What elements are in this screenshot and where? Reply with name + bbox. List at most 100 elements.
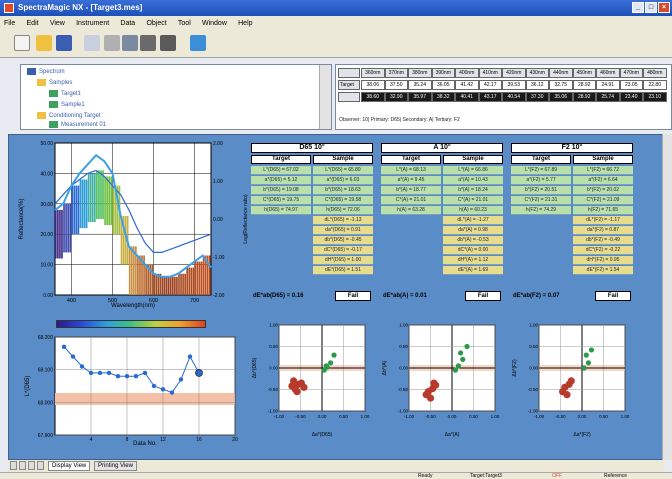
sample-value-cell: db*(A) = -0.53 [443,236,503,245]
scatter-point[interactable] [426,394,435,402]
copy-icon[interactable] [122,35,138,51]
print-icon[interactable] [84,35,100,51]
save-icon[interactable] [56,35,72,51]
trend-point[interactable] [169,390,175,395]
scatter-point[interactable] [331,352,337,358]
menu-window[interactable]: Window [202,20,227,27]
y-tick-label: 0.00 [43,293,53,299]
scatter-point[interactable] [585,360,592,366]
spectral-bar [145,264,147,295]
tab-printing-view[interactable]: Printing View [94,461,137,471]
trend-point[interactable] [106,370,112,376]
tree-scrollbar[interactable] [319,65,331,129]
menu-instrument[interactable]: Instrument [76,20,109,27]
x-tick-label: 8 [126,437,129,443]
tab-display-view[interactable]: Display View [48,461,91,471]
grid-column-header: 370nm [384,68,408,78]
trend-point[interactable] [142,370,148,376]
tree-item[interactable]: Measurement 01 [49,121,106,132]
trend-point[interactable] [178,377,184,382]
sample-value-cell: L*(D65) = 65.89 [313,166,373,175]
sample-value-cell: a*(A) = 10.43 [443,176,503,185]
cut-icon[interactable] [104,35,120,51]
tree-item[interactable]: Samples [37,79,72,90]
trend-point[interactable] [88,370,94,376]
menu-edit[interactable]: Edit [27,20,39,27]
spectral-bar [98,170,100,219]
scatter-point[interactable] [583,352,589,358]
trend-point[interactable] [61,344,67,349]
pass-fail-result: Fail [335,291,371,301]
spectral-bar [81,179,84,229]
menu-view[interactable]: View [50,20,65,27]
spectral-bar [200,261,203,295]
close-button[interactable]: × [658,2,670,13]
target-value-cell: b*(D65) = 19.08 [251,186,311,195]
tree-item[interactable]: Target1 [49,90,81,101]
tab-last-button[interactable] [37,461,44,470]
menu-data[interactable]: Data [120,20,135,27]
status-mode: OFF [552,473,562,479]
trend-point[interactable] [70,354,76,359]
scatter-point[interactable] [290,377,298,385]
data-tree[interactable]: Spectrum Samples Target1 Sample1 Conditi… [20,64,332,130]
open-folder-icon[interactable] [36,35,52,51]
y2-tick-label: 1.00 [213,179,223,185]
trend-point[interactable] [160,387,166,392]
scatter-point[interactable] [567,377,575,385]
main-scrollbar[interactable] [662,134,672,460]
grid-cell: 28.92 [572,92,596,102]
tab-next-button[interactable] [28,461,35,470]
menu-object[interactable]: Object [146,20,166,27]
spectral-bar [202,255,205,295]
spectral-bar [161,276,164,295]
sample-value-cell: dL*(D65) = -1.13 [313,216,373,225]
grid-cell: 39.53 [502,80,526,90]
spectral-bar [163,276,166,295]
scatter-point[interactable] [460,356,466,362]
measure-icon[interactable] [160,35,176,51]
trend-plot-area [54,336,236,436]
scatter-point[interactable] [458,350,464,356]
scatter-point[interactable] [328,360,334,366]
paste-icon[interactable] [140,35,156,51]
menu-file[interactable]: File [4,20,15,27]
new-file-icon[interactable] [14,35,30,51]
trend-point[interactable] [97,370,103,376]
scatter-point[interactable] [464,343,470,350]
scatter-point[interactable] [323,363,329,369]
scatter-point[interactable] [293,388,301,396]
maximize-button[interactable]: □ [645,2,657,13]
scatter-point[interactable] [430,379,438,387]
tolerance-band [55,393,235,405]
tree-item[interactable]: Spectrum [27,68,65,79]
target-value-cell: L*(F2) = 67.89 [511,166,571,175]
y-axis-label: Δb*(A) [382,360,388,375]
scatter-point[interactable] [588,347,595,353]
tree-item[interactable]: Sample1 [49,101,85,112]
scatter-point[interactable] [455,363,462,369]
y-axis-label: Δb*(D65) [252,357,258,378]
trend-point[interactable] [187,354,193,359]
scatter-point[interactable] [581,365,587,371]
x-tick-label: 20 [232,437,238,443]
trend-point[interactable] [133,374,139,379]
x-tick-label: 0.00 [448,414,457,419]
target-value-cell: C*(D65) = 19.75 [251,196,311,205]
trend-point[interactable] [115,374,121,379]
x-tick-label: 1.00 [621,414,630,419]
spectral-bar [128,246,131,295]
scatter-point[interactable] [452,367,459,373]
trend-point[interactable] [195,369,203,377]
minimize-button[interactable]: _ [632,2,644,13]
trend-point[interactable] [79,364,85,369]
tab-prev-button[interactable] [19,461,26,470]
trend-point[interactable] [124,374,130,379]
calibrate-icon[interactable] [190,35,206,51]
menu-help[interactable]: Help [238,20,252,27]
scatter-point[interactable] [563,391,571,399]
menu-tool[interactable]: Tool [178,20,191,27]
trend-point[interactable] [151,383,157,389]
tab-first-button[interactable] [10,461,17,470]
scatter-point[interactable] [300,383,308,391]
